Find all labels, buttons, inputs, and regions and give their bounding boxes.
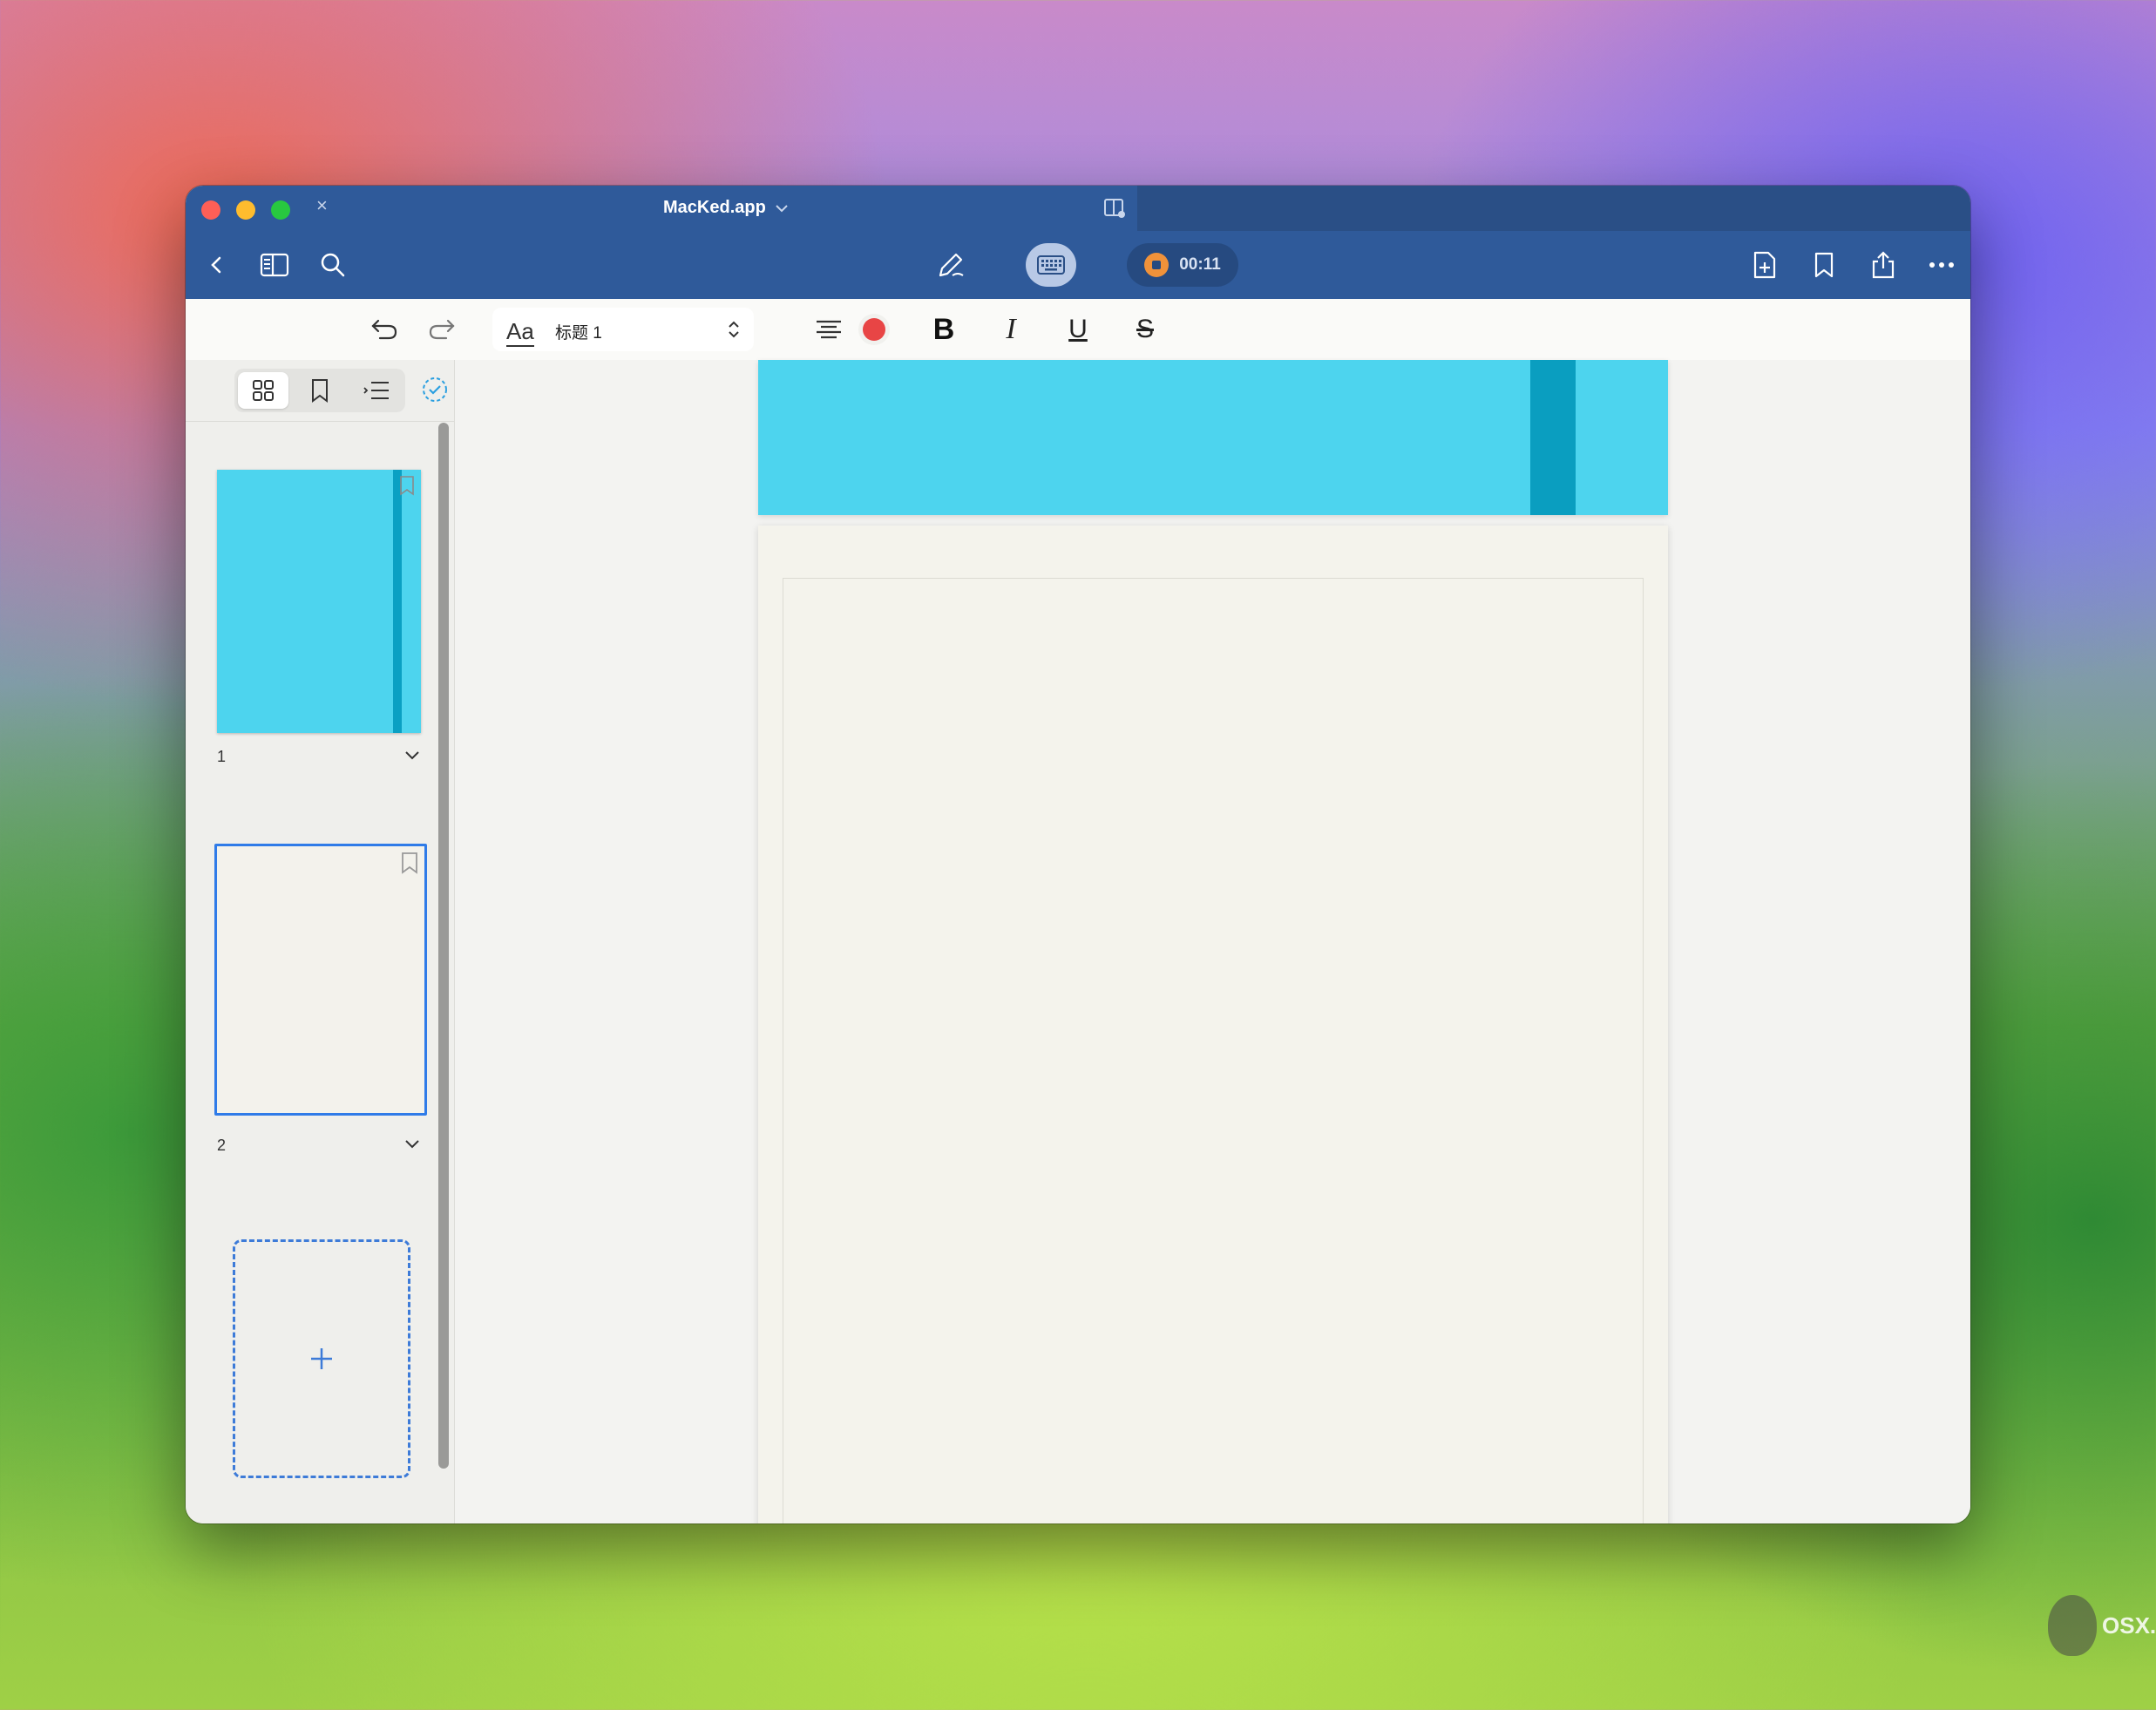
plus-icon	[311, 1348, 332, 1369]
page-thumbnail-2[interactable]	[214, 844, 427, 1116]
format-toolbar: Aa 标题 1 B I U S	[186, 299, 1970, 361]
split-view-icon[interactable]	[1102, 196, 1127, 221]
chevron-down-icon[interactable]	[403, 750, 421, 762]
app-window: × MacKed.app 00:11 Aa 标题 1 B I U S 1 2	[186, 186, 1970, 1523]
font-style-glyph: Aa	[506, 318, 534, 347]
share-button[interactable]	[1864, 246, 1902, 284]
bookmark-icon	[312, 379, 328, 403]
back-icon	[211, 256, 221, 274]
more-button[interactable]	[1922, 246, 1961, 284]
bookmark-icon[interactable]	[400, 852, 419, 874]
keyboard-button[interactable]	[1026, 243, 1076, 287]
record-icon	[1144, 253, 1170, 277]
title-bar: × MacKed.app	[186, 186, 1970, 231]
redo-icon	[429, 319, 455, 340]
document-title: MacKed.app	[663, 198, 766, 217]
text-color-button[interactable]	[858, 314, 890, 345]
page-2[interactable]	[758, 526, 1668, 1523]
apple-logo-icon	[2048, 1595, 2097, 1656]
page-content-area[interactable]	[783, 578, 1644, 1523]
undo-icon	[371, 319, 397, 340]
chevron-down-icon[interactable]	[403, 1138, 421, 1150]
undo-button[interactable]	[365, 310, 403, 349]
keyboard-icon	[1037, 255, 1065, 275]
zoom-window-button[interactable]	[271, 200, 290, 220]
grid-icon	[253, 380, 274, 401]
strikethrough-button[interactable]: S	[1126, 310, 1164, 349]
page-number-2: 2	[217, 1137, 227, 1154]
tab-close-button[interactable]: ×	[316, 194, 328, 217]
tab-outline[interactable]	[351, 372, 402, 409]
up-down-chevron-icon	[729, 321, 739, 338]
watermark-text: OSX.CX	[2102, 1612, 2156, 1639]
list-icon	[363, 382, 389, 399]
pencil-icon	[939, 253, 964, 277]
sidebar-toggle-icon	[260, 253, 289, 277]
cover-band	[1530, 360, 1576, 515]
bookmark-icon	[1814, 252, 1834, 278]
paragraph-style-select[interactable]: Aa 标题 1	[492, 308, 754, 351]
sidebar-toggle-button[interactable]	[255, 246, 294, 284]
page-sidebar: 1 2	[186, 360, 455, 1523]
add-page-button[interactable]	[1746, 246, 1784, 284]
sidebar-scrollbar[interactable]	[438, 423, 449, 1469]
sidebar-view-segmented-control	[234, 369, 405, 412]
add-page-placeholder[interactable]	[233, 1239, 410, 1478]
chevron-down-icon	[776, 204, 788, 212]
cover-band	[393, 470, 402, 733]
recording-time: 00:11	[1179, 255, 1221, 274]
bookmark-icon[interactable]	[398, 475, 416, 496]
search-button[interactable]	[314, 246, 352, 284]
recording-timer-button[interactable]: 00:11	[1127, 243, 1238, 287]
align-center-icon	[817, 320, 841, 339]
watermark-logo: OSX.CX	[2048, 1595, 2156, 1656]
page-thumbnail-1[interactable]	[217, 470, 421, 733]
tab-strip-empty	[1137, 186, 1970, 231]
select-check-icon[interactable]	[421, 376, 449, 404]
back-button[interactable]	[198, 246, 236, 284]
underline-button[interactable]: U	[1059, 310, 1097, 349]
document-title-menu[interactable]: MacKed.app	[663, 198, 789, 218]
add-page-icon	[1753, 251, 1776, 279]
bold-button[interactable]: B	[925, 310, 963, 349]
sidebar-divider	[186, 421, 454, 422]
more-icon	[1929, 262, 1954, 268]
search-icon	[321, 253, 345, 277]
redo-button[interactable]	[423, 310, 461, 349]
page-number-1: 1	[217, 748, 227, 765]
color-swatch-icon	[863, 318, 885, 341]
align-button[interactable]	[810, 310, 848, 349]
tab-bookmarks[interactable]	[295, 372, 345, 409]
share-icon	[1872, 251, 1895, 279]
document-canvas	[455, 360, 1970, 1523]
paragraph-style-value: 标题 1	[555, 324, 602, 343]
bookmark-button[interactable]	[1805, 246, 1843, 284]
tab-thumbnails[interactable]	[238, 372, 288, 409]
main-toolbar: 00:11	[186, 231, 1970, 299]
pen-tool-button[interactable]	[932, 246, 970, 284]
italic-button[interactable]: I	[992, 310, 1030, 349]
minimize-window-button[interactable]	[236, 200, 255, 220]
close-window-button[interactable]	[201, 200, 220, 220]
page-1-cover[interactable]	[758, 360, 1668, 515]
